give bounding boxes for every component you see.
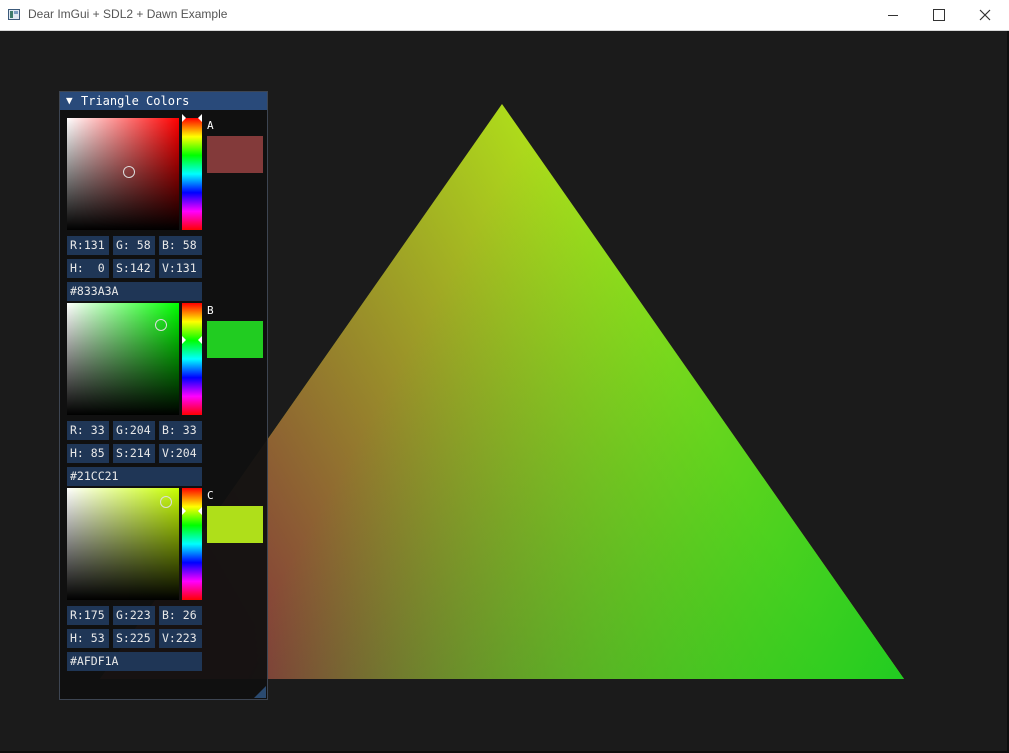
hue-marker-left[interactable] <box>182 507 186 516</box>
sv-cursor[interactable] <box>159 496 172 508</box>
color-swatch[interactable] <box>207 321 263 358</box>
green-field[interactable]: G: 58 <box>113 236 155 255</box>
value-field[interactable]: V:223 <box>159 629 202 648</box>
color-swatch[interactable] <box>207 506 263 543</box>
hue-bar[interactable] <box>182 303 202 415</box>
red-field[interactable]: R:175 <box>67 606 109 625</box>
picker-label: C <box>207 489 214 502</box>
hex-field[interactable]: #833A3A <box>67 282 202 301</box>
picker-label: A <box>207 119 214 132</box>
color-picker-a: A R:131 G: 58 B: 58 H: 0 S:142 V:131 #83… <box>67 114 267 303</box>
hue-field[interactable]: H: 0 <box>67 259 109 278</box>
value-field[interactable]: V:131 <box>159 259 202 278</box>
hue-marker-right[interactable] <box>198 336 202 345</box>
hue-field[interactable]: H: 53 <box>67 629 109 648</box>
blue-field[interactable]: B: 26 <box>159 606 202 625</box>
triangle-colors-panel[interactable]: ▼ Triangle Colors A R:131 G: 58 B: 58 H:… <box>59 91 268 700</box>
sv-square[interactable] <box>67 118 179 230</box>
panel-title: Triangle Colors <box>81 94 190 108</box>
color-picker-c: C R:175 G:223 B: 26 H: 53 S:225 V:223 #A… <box>67 488 267 673</box>
color-picker-b: B R: 33 G:204 B: 33 H: 85 S:214 V:204 #2… <box>67 303 267 488</box>
panel-title-bar[interactable]: ▼ Triangle Colors <box>60 92 267 110</box>
red-field[interactable]: R: 33 <box>67 421 109 440</box>
saturation-field[interactable]: S:142 <box>113 259 155 278</box>
hue-marker-right[interactable] <box>198 507 202 516</box>
green-field[interactable]: G:204 <box>113 421 155 440</box>
hex-field[interactable]: #AFDF1A <box>67 652 202 671</box>
sv-square[interactable] <box>67 488 179 600</box>
sv-square[interactable] <box>67 303 179 415</box>
picker-label: B <box>207 304 214 317</box>
hue-marker-left[interactable] <box>182 336 186 345</box>
red-field[interactable]: R:131 <box>67 236 109 255</box>
green-field[interactable]: G:223 <box>113 606 155 625</box>
saturation-field[interactable]: S:225 <box>113 629 155 648</box>
saturation-field[interactable]: S:214 <box>113 444 155 463</box>
hex-field[interactable]: #21CC21 <box>67 467 202 486</box>
blue-field[interactable]: B: 58 <box>159 236 202 255</box>
hue-marker-left[interactable] <box>182 114 186 122</box>
value-field[interactable]: V:204 <box>159 444 202 463</box>
hue-bar[interactable] <box>182 488 202 600</box>
hue-field[interactable]: H: 85 <box>67 444 109 463</box>
blue-field[interactable]: B: 33 <box>159 421 202 440</box>
hue-marker-right[interactable] <box>198 114 202 122</box>
color-swatch[interactable] <box>207 136 263 173</box>
collapse-arrow-icon[interactable]: ▼ <box>66 93 73 109</box>
resize-grip[interactable] <box>254 686 266 698</box>
hue-bar[interactable] <box>182 118 202 230</box>
